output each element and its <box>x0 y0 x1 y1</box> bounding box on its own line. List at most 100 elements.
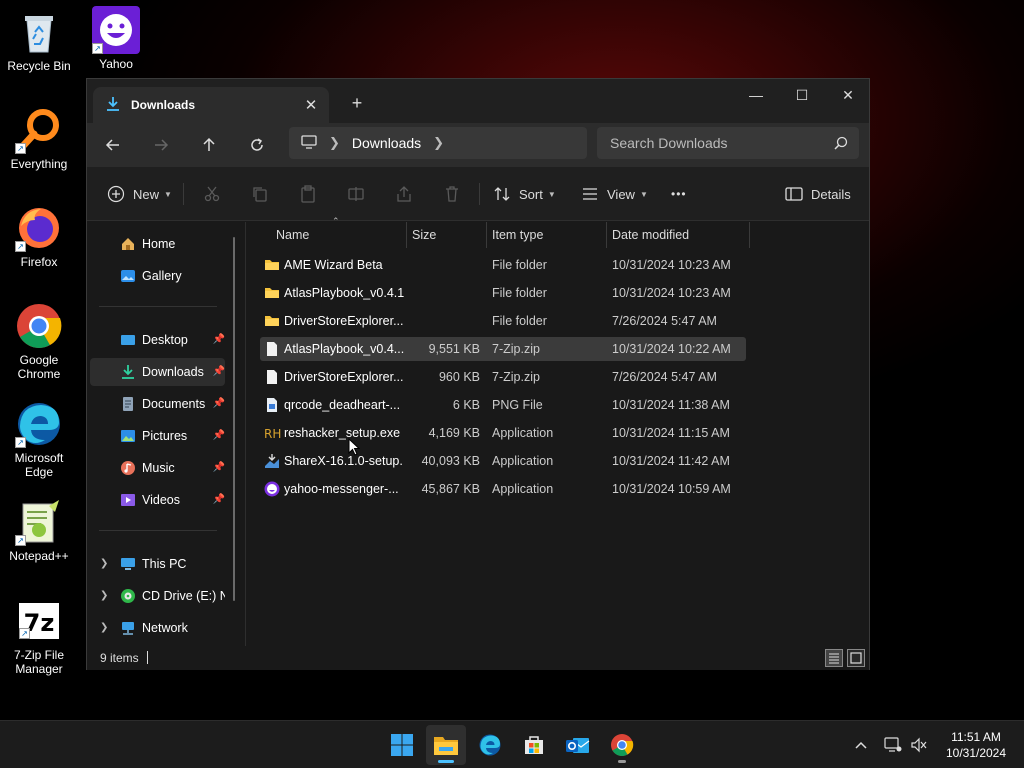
shortcut-arrow-icon: ↗ <box>15 241 26 252</box>
column-divider[interactable] <box>606 222 607 248</box>
table-row[interactable]: DriverStoreExplorer.... 960 KB 7-Zip.zip… <box>260 365 746 389</box>
more-options-button[interactable]: ••• <box>671 179 687 209</box>
clock[interactable]: 11:51 AM 10/31/2024 <box>936 729 1016 761</box>
table-row[interactable]: AtlasPlaybook_v0.4.1 File folder 10/31/2… <box>260 281 746 305</box>
pin-icon: 📌 <box>212 462 225 473</box>
sidebar-item-cd-drive[interactable]: ❯ CD Drive (E:) NC <box>90 582 225 610</box>
sort-button[interactable]: Sort ▼ <box>493 179 556 209</box>
paste-button[interactable] <box>299 179 317 209</box>
sidebar-item-downloads[interactable]: Downloads 📌 <box>90 358 225 386</box>
desktop-icon-firefox[interactable]: ↗ Firefox <box>1 204 77 269</box>
show-hidden-icons-button[interactable] <box>851 735 871 755</box>
desktop-icon-notepad-plus-plus[interactable]: ↗ Notepad++ <box>1 498 77 563</box>
image-file-icon <box>264 397 280 413</box>
forward-button[interactable] <box>145 129 177 161</box>
details-pane-button[interactable]: Details <box>785 179 851 209</box>
breadcrumb[interactable]: ❯ Downloads ❯ <box>289 127 587 159</box>
chevron-down-icon: ▼ <box>164 189 172 199</box>
desktop-icon-microsoft-edge[interactable]: ↗ Microsoft Edge <box>1 400 77 479</box>
sidebar-item-documents[interactable]: Documents 📌 <box>90 390 225 418</box>
chevron-right-icon[interactable]: ❯ <box>100 622 108 633</box>
table-row[interactable]: ShareX-16.1.0-setup... 40,093 KB Applica… <box>260 449 746 473</box>
desktop-icon-google-chrome[interactable]: Google Chrome <box>1 302 77 381</box>
column-header-size[interactable]: Size <box>412 222 482 248</box>
taskbar-chrome[interactable] <box>602 725 642 765</box>
sidebar-scrollbar[interactable] <box>233 237 235 601</box>
taskbar: 11:51 AM 10/31/2024 <box>0 720 1024 768</box>
chevron-right-icon[interactable]: ❯ <box>100 590 108 601</box>
table-row[interactable]: AME Wizard Beta File folder 10/31/2024 1… <box>260 253 746 277</box>
column-divider[interactable] <box>486 222 487 248</box>
table-row[interactable]: yahoo-messenger-... 45,867 KB Applicatio… <box>260 477 746 501</box>
chevron-right-icon[interactable]: ❯ <box>100 558 108 569</box>
table-row[interactable]: AtlasPlaybook_v0.4.... 9,551 KB 7-Zip.zi… <box>260 337 746 361</box>
search-icon <box>833 135 849 151</box>
close-window-button[interactable]: ✕ <box>825 79 871 111</box>
tab-downloads[interactable]: Downloads ✕ <box>93 87 329 123</box>
chevron-up-icon <box>855 741 867 749</box>
desktop-icon-everything[interactable]: ↗ Everything <box>1 106 77 171</box>
sidebar-item-desktop[interactable]: Desktop 📌 <box>90 326 225 354</box>
file-size <box>410 253 480 277</box>
column-header-name[interactable]: Name <box>276 222 404 248</box>
arrow-left-icon <box>105 139 119 151</box>
taskbar-file-explorer[interactable] <box>426 725 466 765</box>
clock-time: 11:51 AM <box>951 730 1001 744</box>
sidebar-item-gallery[interactable]: Gallery <box>90 262 225 290</box>
table-row[interactable]: qrcode_deadheart-... 6 KB PNG File 10/31… <box>260 393 746 417</box>
file-type: Application <box>492 454 554 468</box>
view-button[interactable]: View ▼ <box>581 179 648 209</box>
chevron-right-icon: ❯ <box>433 135 445 150</box>
new-tab-button[interactable]: + <box>345 91 369 115</box>
sidebar-item-network[interactable]: ❯ Network <box>90 614 225 642</box>
item-count: 9 items <box>100 651 139 665</box>
refresh-button[interactable] <box>241 129 273 161</box>
cut-button[interactable] <box>203 179 221 209</box>
column-divider[interactable] <box>406 222 407 248</box>
breadcrumb-downloads[interactable]: Downloads <box>352 135 421 151</box>
tab-close-button[interactable]: ✕ <box>299 93 323 117</box>
sidebar-item-pictures[interactable]: Pictures 📌 <box>90 422 225 450</box>
copy-button[interactable] <box>251 179 269 209</box>
sidebar-item-home[interactable]: Home <box>90 230 225 258</box>
sidebar-item-music[interactable]: Music 📌 <box>90 454 225 482</box>
up-button[interactable] <box>193 129 225 161</box>
taskbar-microsoft-store[interactable] <box>514 725 554 765</box>
volume-button[interactable] <box>909 735 929 755</box>
title-bar: Downloads ✕ + — ☐ ✕ <box>87 79 869 123</box>
search-input[interactable]: Search Downloads <box>597 127 859 159</box>
sidebar-item-this-pc[interactable]: ❯ This PC <box>90 550 225 578</box>
column-divider[interactable] <box>749 222 750 248</box>
sidebar-item-videos[interactable]: Videos 📌 <box>90 486 225 514</box>
view-label: View <box>607 186 635 202</box>
taskbar-edge[interactable] <box>470 725 510 765</box>
details-view-button[interactable] <box>825 649 843 667</box>
share-button[interactable] <box>395 179 413 209</box>
table-row[interactable]: RH reshacker_setup.exe 4,169 KB Applicat… <box>260 421 746 445</box>
desktop-icon-yahoo[interactable]: ↗ Yahoo <box>78 6 154 71</box>
file-size: 960 KB <box>438 370 480 384</box>
start-button[interactable] <box>382 725 422 765</box>
tiles-view-button[interactable] <box>847 649 865 667</box>
pin-icon: 📌 <box>212 334 225 345</box>
network-status-button[interactable] <box>883 735 903 755</box>
back-button[interactable] <box>97 129 129 161</box>
file-size <box>410 309 480 333</box>
table-row[interactable]: DriverStoreExplorer.... File folder 7/26… <box>260 309 746 333</box>
recycle-bin-icon <box>15 8 63 56</box>
new-button[interactable]: New ▼ <box>107 179 172 209</box>
column-header-type[interactable]: Item type <box>492 222 602 248</box>
rename-button[interactable] <box>347 179 365 209</box>
desktop-icon-7zip[interactable]: 7z ↗ 7-Zip File Manager <box>1 603 77 676</box>
videos-icon <box>120 492 136 508</box>
desktop-icon-recycle-bin[interactable]: Recycle Bin <box>1 8 77 73</box>
maximize-button[interactable]: ☐ <box>779 79 825 111</box>
resource-hacker-icon: RH <box>264 425 281 441</box>
sidebar-item-label: This PC <box>142 557 187 571</box>
column-header-date[interactable]: Date modified <box>612 222 742 248</box>
delete-button[interactable] <box>443 179 461 209</box>
taskbar-outlook[interactable] <box>558 725 598 765</box>
view-list-icon <box>583 188 597 200</box>
chevron-right-icon: ❯ <box>329 135 340 150</box>
minimize-button[interactable]: — <box>733 79 779 111</box>
